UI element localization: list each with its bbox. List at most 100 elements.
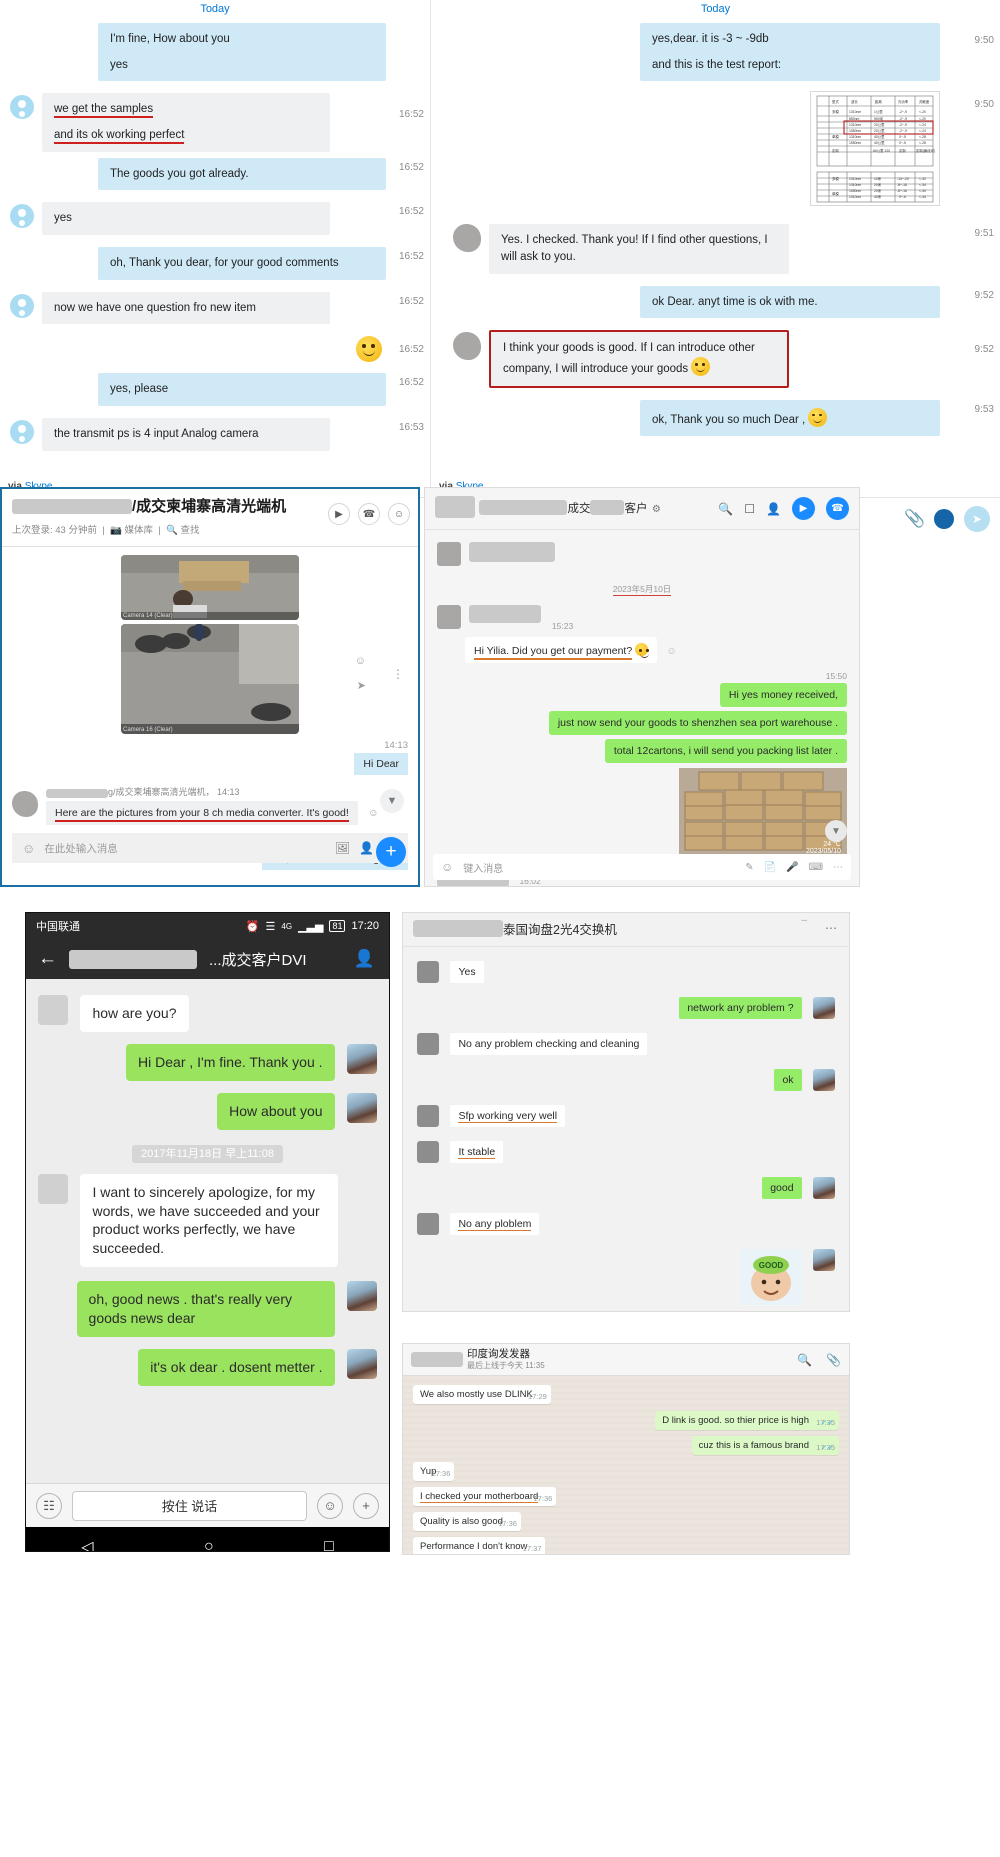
svg-text:1310nm: 1310nm	[849, 183, 861, 187]
svg-text:0~-5: 0~-5	[899, 135, 906, 139]
video-call-icon[interactable]: ▶	[328, 503, 350, 525]
emoji-react-icon[interactable]: ☺	[355, 655, 366, 667]
find-label[interactable]: 查找	[181, 525, 200, 536]
mic-icon[interactable]: 🎤	[786, 862, 798, 873]
voice-call-button[interactable]: ☎	[826, 497, 849, 520]
emoji-react-icon[interactable]: ☺	[368, 808, 378, 819]
avatar[interactable]	[347, 1092, 377, 1123]
message-text: I checked your motherboard	[420, 1491, 539, 1503]
emoji-icon[interactable]	[934, 509, 954, 529]
avatar	[12, 791, 38, 817]
message-text: Here are the pictures from your 8 ch med…	[55, 807, 349, 822]
scroll-down-button[interactable]: ▼	[380, 789, 404, 813]
message-text: Hi yes money received,	[719, 683, 847, 707]
avatar[interactable]	[38, 995, 68, 1025]
emoji-react-icon[interactable]: ☺	[667, 646, 677, 657]
message-input-placeholder[interactable]: 在此处输入消息	[44, 841, 326, 856]
redacted-name	[413, 920, 503, 937]
svg-text:GOOD: GOOD	[758, 1261, 783, 1270]
minimize-icon[interactable]: –	[801, 915, 807, 926]
message-time: 16:52	[398, 251, 424, 263]
screenshot-icon[interactable]: ☐	[744, 502, 755, 516]
avatar	[437, 542, 461, 566]
message-input-bar[interactable]: ☺ 在此处输入消息 🖼 👤 📍	[12, 833, 408, 863]
wifi-icon: ☰	[265, 920, 276, 933]
svg-text:0~-6: 0~-6	[899, 195, 906, 199]
media-library-label[interactable]: 媒体库	[125, 525, 154, 536]
voice-call-icon[interactable]: ☎	[358, 503, 380, 525]
signal-icon: ▁▃▅	[298, 920, 324, 933]
hold-to-talk-button[interactable]: 按住 说话	[72, 1490, 307, 1521]
profile-icon[interactable]: 👤	[354, 949, 375, 969]
add-attachment-button[interactable]: +	[376, 837, 406, 867]
more-options-icon[interactable]: ⋮	[392, 667, 404, 681]
svg-text:-8~-16: -8~-16	[897, 189, 907, 193]
video-call-button[interactable]: ▶	[792, 497, 815, 520]
search-icon[interactable]: 🔍	[797, 1353, 812, 1367]
emoji-icon[interactable]: ☺	[22, 841, 35, 856]
emoji-icon[interactable]: ☺	[441, 860, 453, 874]
message-time: 17:37	[522, 1544, 542, 1553]
message-row: the transmit ps is 4 input Analog camera…	[0, 418, 430, 451]
home-nav-icon[interactable]: ○	[204, 1538, 214, 1551]
svg-text:多模: 多模	[832, 176, 839, 181]
message-text: and its ok working perfect	[54, 129, 185, 145]
test-report-image[interactable]: 型式 波长 距离 光功率 灵敏度 多模 1310nm 1公里 -2~-9 <-20 850nm…	[810, 91, 940, 207]
more-options-icon[interactable]: ⋯	[825, 921, 837, 935]
avatar[interactable]	[347, 1349, 377, 1380]
message-text: it's ok dear . dosent metter .	[138, 1349, 335, 1386]
message-row: ok Dear. anyt time is ok with me. 9:52	[431, 285, 1000, 319]
message-bubble: I checked your motherboard 17:36	[413, 1487, 557, 1506]
search-icon[interactable]: 🔍	[718, 502, 733, 516]
attach-icon[interactable]: 📎	[826, 1353, 841, 1367]
message-text: Hi Dear	[354, 753, 408, 775]
more-icon[interactable]: ⋯	[833, 862, 843, 873]
search-icon[interactable]: 🔍	[166, 525, 178, 536]
add-member-icon[interactable]: 👤	[766, 502, 781, 516]
send-button[interactable]: ➤	[964, 506, 990, 532]
image-icon[interactable]: 🖼	[335, 841, 350, 855]
back-nav-icon[interactable]: ◁	[81, 1537, 93, 1551]
svg-text:20公里: 20公里	[874, 122, 885, 127]
back-icon[interactable]: ←	[38, 948, 57, 970]
avatar	[417, 1105, 439, 1127]
translate-icon[interactable]: ✎	[745, 862, 753, 873]
avatar	[417, 961, 439, 983]
file-icon[interactable]: 📄	[764, 862, 776, 873]
svg-text:<-24: <-24	[919, 123, 926, 127]
read-receipt-icon: ✓✓	[820, 1443, 834, 1452]
scroll-down-button[interactable]: ▼	[825, 820, 847, 842]
smiley-emoji-icon	[808, 407, 828, 427]
camera-screenshot-1[interactable]: Camera 14 (Clear)	[121, 555, 299, 620]
message-input-bar[interactable]: ☺ 键入消息 ✎ 📄 🎤 ⌨ ⋯	[433, 854, 851, 880]
redacted-name	[479, 500, 568, 515]
conversation-title: ...成交客户DVI	[209, 951, 307, 969]
avatar[interactable]	[347, 1281, 377, 1312]
add-attachment-icon[interactable]: +	[353, 1492, 379, 1519]
svg-text:0~-5: 0~-5	[899, 141, 906, 145]
forward-icon[interactable]: ➤	[357, 679, 366, 692]
redacted-name	[46, 789, 108, 798]
svg-text:光功率: 光功率	[898, 99, 909, 104]
avatar[interactable]	[347, 1043, 377, 1074]
gear-icon[interactable]: ⚙	[652, 504, 661, 515]
smiley-emoji-icon	[356, 336, 382, 363]
keyboard-toggle-icon[interactable]: ☷	[36, 1492, 62, 1519]
smiley-emoji-icon	[691, 357, 711, 377]
recents-nav-icon[interactable]: □	[324, 1538, 334, 1551]
avatar[interactable]	[38, 1173, 68, 1204]
message-row: we get the samples and its ok working pe…	[0, 93, 430, 152]
svg-text:距离: 距离	[875, 99, 882, 104]
add-contact-icon[interactable]: ☺	[388, 503, 410, 525]
smiley-emoji-icon	[635, 643, 650, 658]
media-library-icon[interactable]: 📷	[110, 525, 122, 536]
message-row: The goods you got already. 16:52	[0, 157, 430, 191]
keyboard-icon[interactable]: ⌨	[809, 862, 823, 873]
camera-screenshot-2[interactable]: Camera 16 (Clear)	[121, 624, 299, 734]
qq-header: /成交柬埔寨高清光端机 上次登录: 43 分钟前 | 📷 媒体库 | 🔍 查找 …	[2, 489, 418, 547]
attach-icon[interactable]: 📎	[904, 509, 925, 529]
message-text: oh, Thank you dear, for your good commen…	[98, 247, 386, 280]
emoji-icon[interactable]: ☺	[317, 1492, 343, 1519]
contact-card-icon[interactable]: 👤	[359, 841, 374, 855]
message-input-placeholder[interactable]: 键入消息	[463, 860, 735, 875]
